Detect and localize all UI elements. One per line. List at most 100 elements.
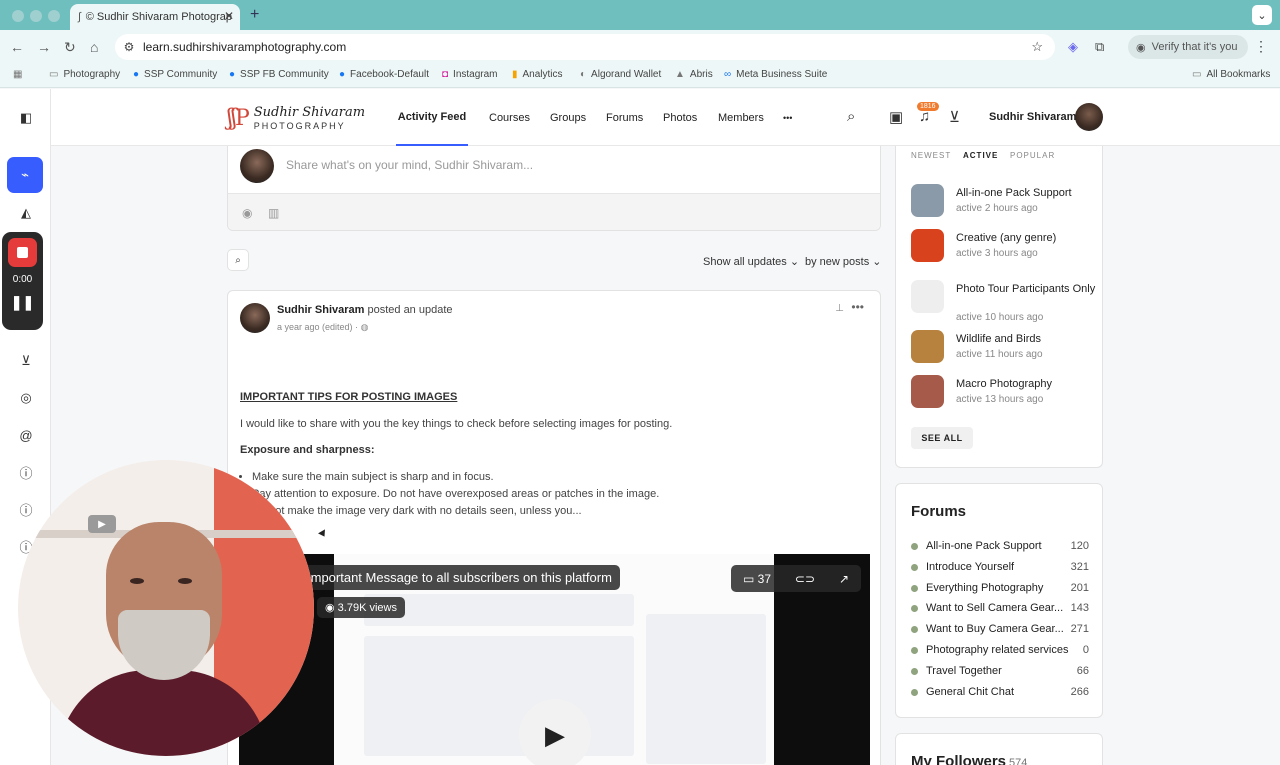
cart-icon[interactable]: ⊻ (17, 352, 35, 370)
webcam-overlay[interactable]: ▶ (18, 460, 314, 756)
stop-recording-button[interactable] (8, 238, 37, 267)
extension-icon[interactable]: ◈ (1068, 39, 1078, 55)
wallet-icon: ◐ (580, 69, 587, 80)
all-bookmarks-button[interactable]: ▭ All Bookmarks (1192, 69, 1270, 80)
pause-recording-button[interactable]: ❚❚ (2, 294, 43, 311)
nav-photos[interactable]: Photos (663, 89, 697, 146)
toggle-sidebar-icon[interactable]: ◧ (17, 109, 35, 127)
video-play-button[interactable]: ▶ (519, 699, 591, 765)
group-name[interactable]: Macro Photography (956, 377, 1096, 392)
activity-feed-nav-icon[interactable]: ⌁ (7, 157, 43, 193)
group-name[interactable]: Photo Tour Participants Only (956, 282, 1096, 297)
search-icon[interactable]: ⌕ (847, 108, 855, 125)
tab-popular[interactable]: POPULAR (1010, 151, 1055, 160)
window-minimize-button[interactable] (30, 10, 42, 22)
activity-post: Sudhir Shivaram posted an update a year … (227, 290, 881, 765)
bookmark-ssp-community[interactable]: ● SSP Community (133, 69, 217, 80)
address-bar[interactable]: ⚙ learn.sudhirshivaramphotography.com ☆ (115, 34, 1055, 60)
window-close-button[interactable] (12, 10, 24, 22)
new-tab-button[interactable]: + (250, 6, 259, 24)
forum-name[interactable]: Travel Together (926, 665, 1002, 677)
sort-dropdown[interactable]: by new posts ⌄ (805, 255, 881, 268)
chevron-down-icon: ⌄ (872, 256, 882, 268)
post-author-avatar[interactable] (240, 303, 270, 333)
bookmark-photography[interactable]: ▭ Photography (49, 69, 120, 80)
nav-activity-feed[interactable]: Activity Feed (396, 89, 468, 146)
nav-forums[interactable]: Forums (606, 89, 643, 146)
group-name[interactable]: Wildlife and Birds (956, 332, 1096, 347)
bookmark-instagram[interactable]: ◘ Instagram (442, 69, 498, 80)
bookmark-ssp-fb-community[interactable]: ● SSP FB Community (229, 69, 329, 80)
cart-icon[interactable]: ⊻ (949, 108, 960, 126)
forum-name[interactable]: Introduce Yourself (926, 561, 1014, 573)
nav-members[interactable]: Members (718, 89, 764, 146)
group-name[interactable]: Creative (any genre) (956, 231, 1096, 246)
nav-courses[interactable]: Courses (489, 89, 530, 146)
header-avatar[interactable] (1075, 103, 1103, 131)
link-icon[interactable]: ⊂⊃ (795, 572, 815, 586)
external-link-icon[interactable]: ↗ (839, 572, 849, 586)
apps-grid-icon[interactable]: ▦ (13, 69, 22, 80)
info-icon[interactable]: ⓘ (17, 463, 35, 481)
browser-menu-icon[interactable]: ⋮ (1254, 38, 1268, 55)
back-icon[interactable]: ← (10, 39, 24, 55)
facebook-icon: ● (133, 69, 140, 80)
camera-icon[interactable]: ◉ (242, 206, 252, 220)
logo-script-text: Sudhir Shivaram (253, 104, 366, 120)
nav-groups[interactable]: Groups (550, 89, 586, 146)
bookmark-facebook-default[interactable]: ● Facebook-Default (339, 69, 429, 80)
forum-name[interactable]: Want to Buy Camera Gear... (926, 623, 1064, 635)
chevron-down-icon: ⌄ (789, 256, 800, 268)
see-all-groups-button[interactable]: SEE ALL (911, 427, 973, 449)
forums-title: Forums (911, 503, 967, 520)
forum-count: 321 (1070, 561, 1089, 573)
followers-title: My Followers 574 (911, 753, 1027, 765)
site-logo[interactable]: ʃʃP Sudhir Shivaram PHOTOGRAPHY (227, 101, 365, 135)
group-name[interactable]: All-in-one Pack Support (956, 186, 1096, 201)
inbox-icon[interactable]: ▣ (889, 108, 903, 126)
poll-chart-icon[interactable]: ▥ (268, 206, 279, 220)
tab-active[interactable]: ACTIVE (963, 151, 998, 160)
reload-icon[interactable]: ↻ (64, 39, 76, 56)
video-comments-button[interactable]: ▭ 37 (743, 572, 771, 586)
video-embed[interactable]: Important Message to all subscribers on … (239, 554, 870, 765)
profile-verify-button[interactable]: ◉ Verify that it's you (1128, 35, 1248, 59)
group-activity: active 3 hours ago (956, 248, 1038, 259)
forum-name[interactable]: Want to Sell Camera Gear... (926, 602, 1063, 614)
forum-name[interactable]: Photography related services (926, 644, 1068, 656)
window-zoom-button[interactable] (48, 10, 60, 22)
show-updates-dropdown[interactable]: Show all updates ⌄ (703, 255, 799, 268)
recording-timer: 0:00 (12, 274, 33, 285)
bookmark-analytics[interactable]: ▮ Analytics (512, 69, 563, 80)
bookmark-star-icon[interactable]: ☆ (1031, 39, 1043, 55)
forum-name[interactable]: Everything Photography (926, 582, 1043, 594)
browser-tab[interactable]: ∫ © Sudhir Shivaram Photograp ✕ (70, 4, 240, 30)
nav-more[interactable]: ••• (783, 89, 792, 146)
feed-search-button[interactable]: ⌕ (227, 249, 249, 271)
bookmark-meta-business-suite[interactable]: ∞ Meta Business Suite (724, 69, 827, 80)
followers-widget: My Followers 574 (895, 733, 1103, 765)
forward-icon[interactable]: → (37, 39, 51, 55)
forum-name[interactable]: General Chit Chat (926, 686, 1014, 698)
tab-newest[interactable]: NEWEST (911, 151, 951, 160)
site-info-icon[interactable]: ⚙ (115, 40, 143, 54)
header-user-name[interactable]: Sudhir Shivaram (989, 111, 1076, 123)
bookmark-abris[interactable]: ▲ Abris (675, 69, 713, 80)
forum-name[interactable]: All-in-one Pack Support (926, 540, 1042, 552)
camera-icon[interactable]: ◎ (17, 389, 35, 407)
logo-sub-text: PHOTOGRAPHY (253, 120, 346, 131)
bookmark-algorand-wallet[interactable]: ◐ Algorand Wallet (580, 69, 661, 80)
pin-icon[interactable]: ⊥ (835, 303, 844, 314)
post-author-link[interactable]: Sudhir Shivaram (277, 304, 364, 316)
post-more-icon[interactable]: ••• (851, 300, 864, 314)
tab-close-icon[interactable]: ✕ (224, 9, 234, 23)
home-icon[interactable]: ⌂ (90, 39, 98, 55)
group-activity: active 11 hours ago (956, 349, 1043, 360)
composer-input[interactable]: Share what's on your mind, Sudhir Shivar… (286, 158, 533, 172)
extensions-puzzle-icon[interactable]: ⧉ (1095, 39, 1104, 55)
info-icon[interactable]: ⓘ (17, 500, 35, 518)
courses-graduation-icon[interactable]: ◭ (17, 204, 35, 222)
at-mention-icon[interactable]: @ (17, 426, 35, 444)
group-thumbnail (911, 229, 944, 262)
tab-search-button[interactable]: ⌄ (1252, 5, 1272, 25)
